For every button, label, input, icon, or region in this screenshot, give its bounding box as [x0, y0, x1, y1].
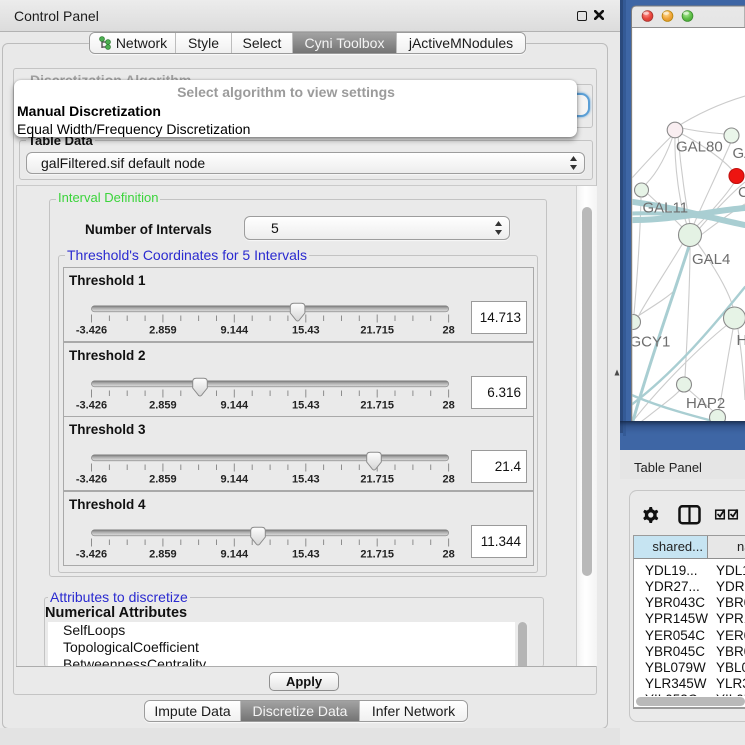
- svg-text:21.715: 21.715: [360, 399, 394, 411]
- svg-text:2.859: 2.859: [149, 548, 177, 560]
- svg-text:28: 28: [442, 325, 454, 337]
- svg-text:GAL11: GAL11: [643, 200, 689, 217]
- svg-text:15.43: 15.43: [292, 474, 320, 486]
- svg-text:21.715: 21.715: [360, 325, 394, 337]
- svg-text:2.859: 2.859: [149, 325, 177, 337]
- svg-text:15.43: 15.43: [292, 399, 320, 411]
- svg-text:9.144: 9.144: [221, 399, 249, 411]
- svg-text:-3.426: -3.426: [76, 325, 107, 337]
- svg-text:21.715: 21.715: [360, 548, 394, 560]
- svg-text:15.43: 15.43: [292, 548, 320, 560]
- svg-text:2.859: 2.859: [149, 399, 177, 411]
- svg-text:C: C: [738, 184, 745, 201]
- svg-text:GAL80: GAL80: [676, 139, 723, 156]
- svg-text:GA: GA: [733, 145, 745, 162]
- svg-text:9.144: 9.144: [221, 474, 249, 486]
- svg-text:2.859: 2.859: [149, 474, 177, 486]
- svg-text:-3.426: -3.426: [76, 548, 107, 560]
- svg-text:-3.426: -3.426: [76, 399, 107, 411]
- svg-text:28: 28: [442, 399, 454, 411]
- svg-text:HAP2: HAP2: [686, 395, 725, 412]
- svg-text:28: 28: [442, 474, 454, 486]
- svg-text:21.715: 21.715: [360, 474, 394, 486]
- svg-text:28: 28: [442, 548, 454, 560]
- svg-text:15.43: 15.43: [292, 325, 320, 337]
- svg-text:9.144: 9.144: [221, 325, 249, 337]
- svg-text:-3.426: -3.426: [76, 474, 107, 486]
- svg-text:9.144: 9.144: [221, 548, 249, 560]
- svg-text:GAL4: GAL4: [692, 251, 730, 268]
- svg-text:H: H: [737, 332, 745, 349]
- svg-text:GCY1: GCY1: [630, 334, 671, 351]
